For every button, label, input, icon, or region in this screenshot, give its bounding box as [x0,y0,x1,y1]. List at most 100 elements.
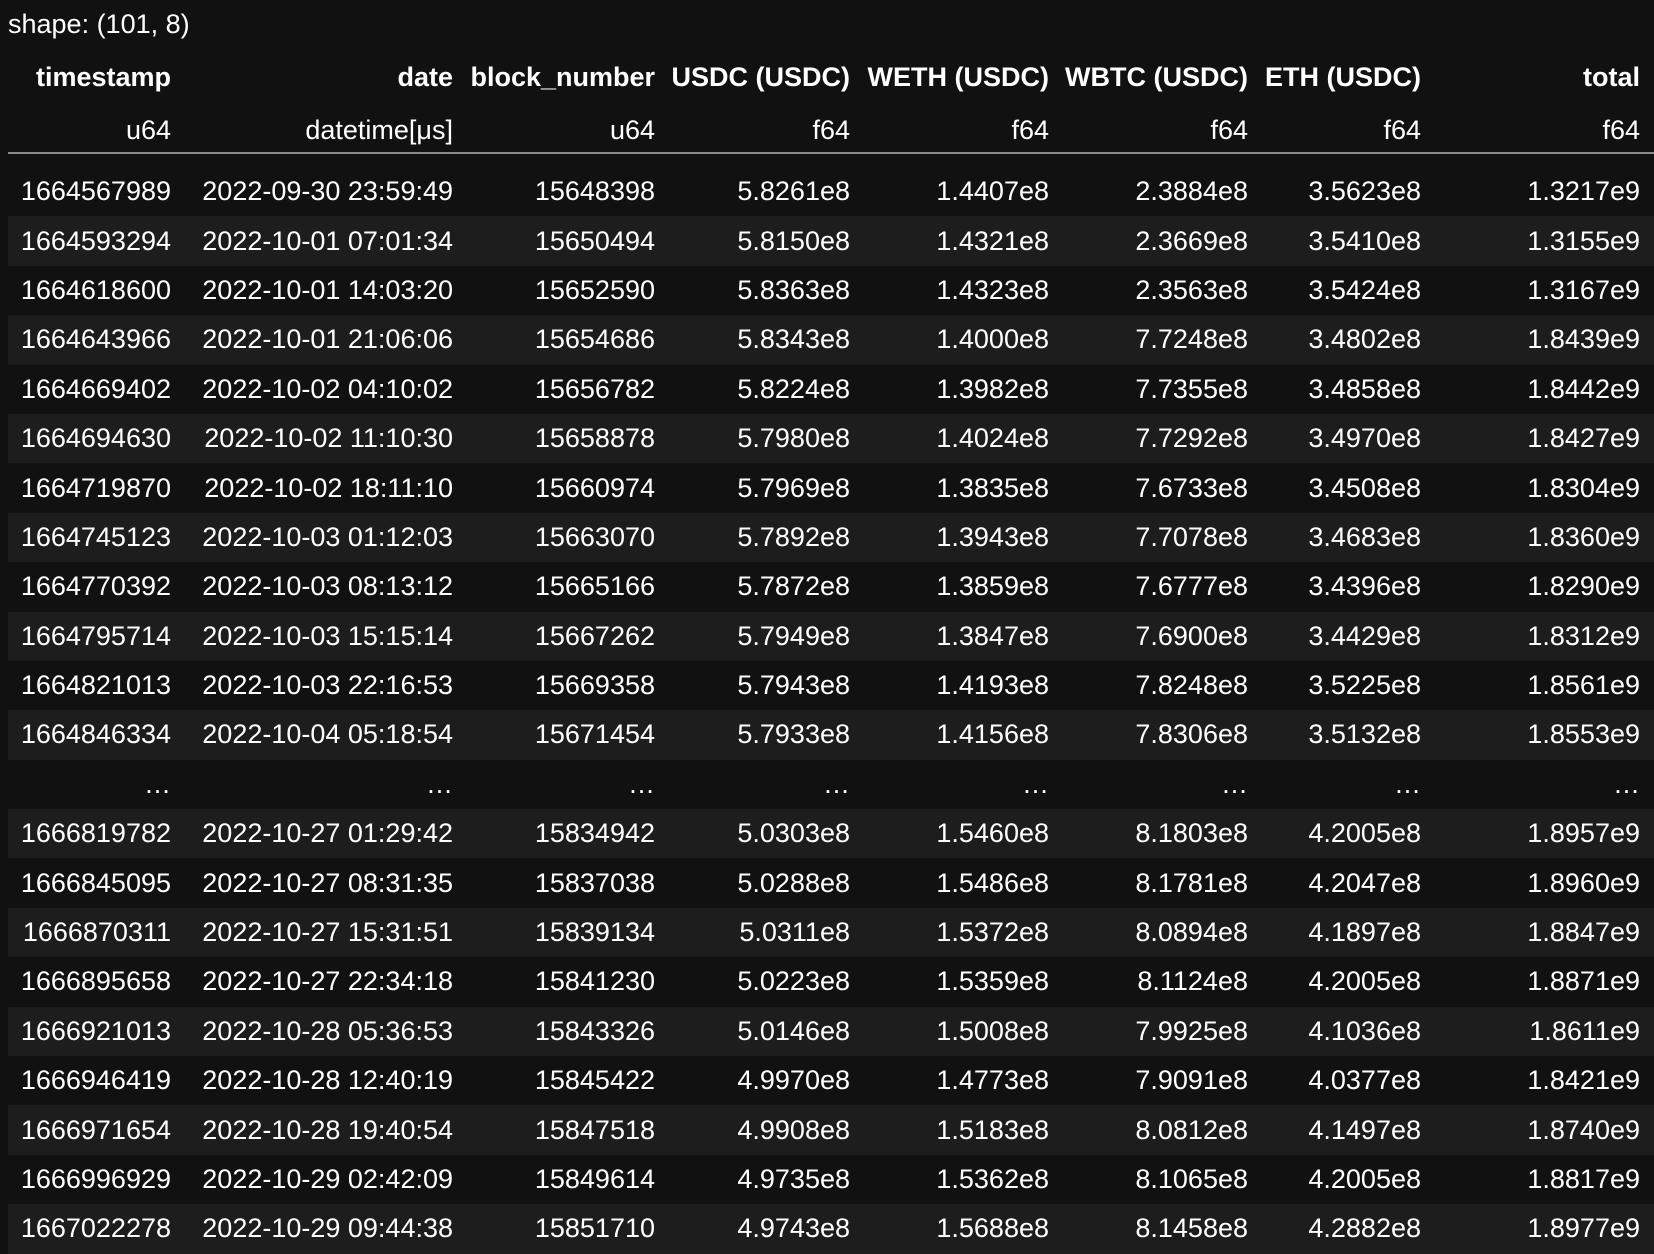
table-row: 1664795714 2022-10-03 15:15:14 15667262 5.7… [8,611,1654,661]
column-dtype-total: f64 [1435,100,1654,154]
table-cell: 1.4024e8 [864,413,1063,464]
table-cell: 3.5225e8 [1262,660,1435,711]
table-cell: 5.7943e8 [669,660,864,711]
column-dtype-eth: f64 [1262,100,1435,154]
table-cell: 1.8442e9 [1435,364,1654,414]
table-cell: 2022-10-03 01:12:03 [185,512,467,563]
table-cell: 1.5183e8 [864,1105,1063,1155]
table-cell: 3.5410e8 [1262,216,1435,266]
table-cell: 2022-10-28 12:40:19 [185,1056,467,1106]
table-row: 1666819782 2022-10-27 01:29:42 15834942 5.0… [8,809,1654,859]
table-cell: 2022-10-02 11:10:30 [185,413,467,464]
table-cell: … [8,759,185,810]
column-header-block-number: block_number [470,61,655,92]
table-cell: 1666819782 [8,809,185,859]
table-row: 1664846334 2022-10-04 05:18:54 15671454 5.7… [8,710,1654,760]
table-cell: 1.8611e9 [1435,1006,1654,1057]
table-cell: 4.0377e8 [1262,1056,1435,1106]
table-cell: 8.1781e8 [1063,858,1262,908]
table-cell: 1.5362e8 [864,1154,1063,1205]
table-body: 1664567989 2022-09-30 23:59:49 15648398 5.8… [8,153,1654,1254]
table-cell: 7.8306e8 [1063,710,1262,760]
table-cell: 1664770392 [8,562,185,612]
table-cell: 2.3669e8 [1063,216,1262,266]
table-cell: 2022-10-27 22:34:18 [185,957,467,1007]
table-cell: 5.7969e8 [669,463,864,513]
table-cell: 4.2005e8 [1262,957,1435,1007]
table-cell: 15669358 [467,660,669,711]
table-cell: 5.7980e8 [669,413,864,464]
table-cell: 1.4773e8 [864,1056,1063,1106]
column-dtype-block-number: u64 [467,100,669,154]
table-cell: 1.8360e9 [1435,512,1654,563]
table-cell: 3.5132e8 [1262,710,1435,760]
table-cell: 5.0311e8 [669,907,864,958]
table-cell: … [467,759,669,810]
table-cell: 5.0223e8 [669,957,864,1007]
column-header-wbtc: WBTC (USDC) [1065,61,1248,92]
table-cell: 8.1803e8 [1063,809,1262,859]
column-header-usdc: USDC (USDC) [671,61,851,92]
table-cell: 15837038 [467,858,669,908]
table-cell: 1.4156e8 [864,710,1063,760]
table-cell: 1.3217e9 [1435,167,1654,217]
table-row: 1664694630 2022-10-02 11:10:30 15658878 5.7… [8,413,1654,464]
table-cell: 7.7078e8 [1063,512,1262,563]
table-row: 1667022278 2022-10-29 09:44:38 15851710 4.9… [8,1204,1654,1254]
table-cell: 1.8957e9 [1435,809,1654,859]
table-cell: 15845422 [467,1056,669,1106]
table-top-spacer [8,153,1654,167]
table-cell: 1664694630 [8,413,185,464]
table-cell: 8.0812e8 [1063,1105,1262,1155]
table-cell: 1.8871e9 [1435,957,1654,1007]
table-cell: 8.1458e8 [1063,1204,1262,1254]
table-cell: 1.3847e8 [864,611,1063,661]
table-cell: 2022-10-01 07:01:34 [185,216,467,266]
table-cell: 2022-10-29 02:42:09 [185,1154,467,1205]
table-cell: 15654686 [467,315,669,365]
table-cell: 1.8817e9 [1435,1154,1654,1205]
table-ellipsis-row: …………………… [8,759,1654,810]
table-cell: 2022-10-29 09:44:38 [185,1204,467,1254]
table-cell: 5.0288e8 [669,858,864,908]
table-cell: 15652590 [467,265,669,316]
table-cell: 2022-10-04 05:18:54 [185,710,467,760]
table-cell: 2022-10-27 01:29:42 [185,809,467,859]
table-cell: 8.0894e8 [1063,907,1262,958]
column-dtype-wbtc: f64 [1063,100,1262,154]
table-cell: 15841230 [467,957,669,1007]
table-cell: 7.7355e8 [1063,364,1262,414]
table-cell: 2022-10-03 08:13:12 [185,562,467,612]
table-cell: 15663070 [467,512,669,563]
table-row: 1664669402 2022-10-02 04:10:02 15656782 5.8… [8,364,1654,414]
table-cell: 15667262 [467,611,669,661]
table-cell: 1.5372e8 [864,907,1063,958]
table-cell: 1.8312e9 [1435,611,1654,661]
table-cell: 2022-10-01 21:06:06 [185,315,467,365]
table-row: 1664643966 2022-10-01 21:06:06 15654686 5.8… [8,315,1654,365]
table-cell: 7.7292e8 [1063,413,1262,464]
table-cell: 1.8304e9 [1435,463,1654,513]
dataframe-table: timestamp date block_number USDC (USDC) … [8,54,1654,1254]
table-cell: 2.3563e8 [1063,265,1262,316]
table-cell: 1664669402 [8,364,185,414]
table-cell: 5.7892e8 [669,512,864,563]
table-cell: 3.5623e8 [1262,167,1435,217]
table-cell: 1.3859e8 [864,562,1063,612]
table-cell: 15839134 [467,907,669,958]
column-dtype-timestamp: u64 [8,100,185,154]
table-cell: 1666921013 [8,1006,185,1057]
table-cell: 15650494 [467,216,669,266]
table-cell: 3.5424e8 [1262,265,1435,316]
table-cell: 1664821013 [8,660,185,711]
table-cell: 1.4000e8 [864,315,1063,365]
table-cell: 5.8224e8 [669,364,864,414]
table-cell: 4.1897e8 [1262,907,1435,958]
table-cell: 8.1124e8 [1063,957,1262,1007]
table-cell: 1.8561e9 [1435,660,1654,711]
table-cell: 5.8150e8 [669,216,864,266]
table-cell: … [1262,759,1435,810]
table-cell: 5.7933e8 [669,710,864,760]
table-cell: 1.5486e8 [864,858,1063,908]
table-cell: 15656782 [467,364,669,414]
